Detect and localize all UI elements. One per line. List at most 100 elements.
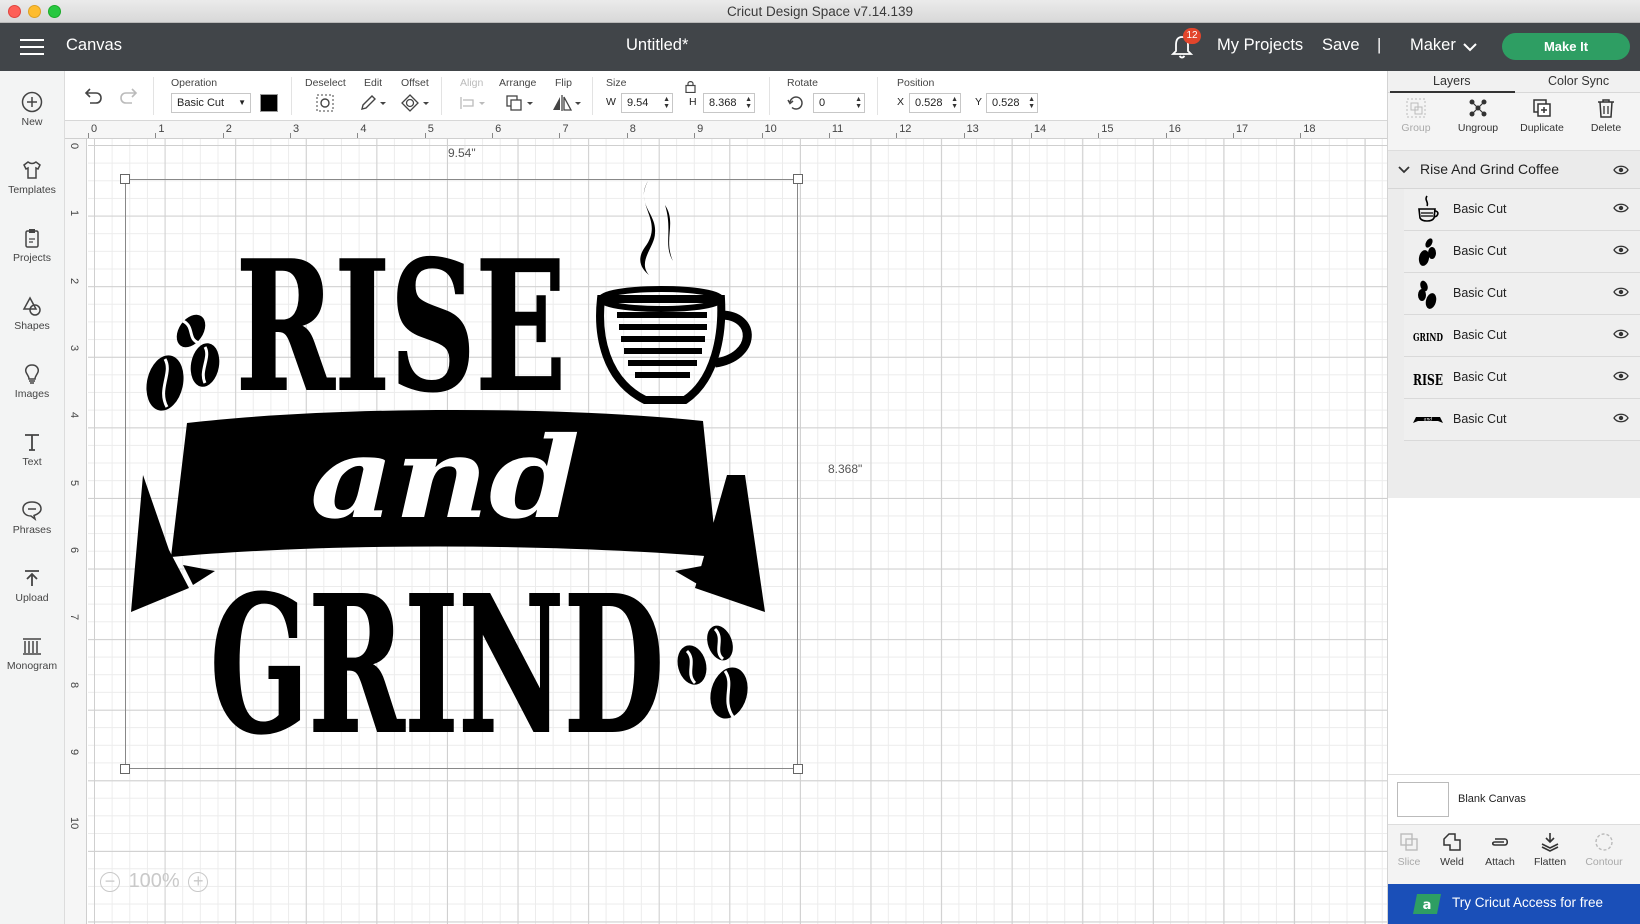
- eye-icon[interactable]: [1613, 202, 1629, 214]
- ruler-tick-label: 3: [68, 345, 80, 352]
- eye-icon[interactable]: [1613, 244, 1629, 256]
- offset-label: Offset: [401, 77, 429, 89]
- ruler-tick-label: 4: [68, 412, 80, 419]
- edit-label: Edit: [364, 77, 383, 89]
- layer-row[interactable]: Basic Cut: [1404, 273, 1640, 315]
- edit-toolbar: Operation Basic Cut ▼ Deselect Edit Offs…: [65, 71, 1387, 121]
- rotate-label: Rotate: [787, 77, 818, 89]
- blank-canvas-label: Blank Canvas: [1458, 793, 1526, 805]
- group-icon: [1406, 98, 1426, 118]
- eye-icon[interactable]: [1613, 370, 1629, 382]
- tab-color-sync[interactable]: Color Sync: [1548, 74, 1609, 88]
- contour-icon: [1595, 833, 1613, 851]
- stepper-icon[interactable]: ▲ ▼: [1028, 96, 1035, 110]
- sidebar-item-phrases[interactable]: Phrases: [0, 487, 64, 551]
- make-it-button[interactable]: Make It: [1502, 33, 1630, 60]
- chevron-down-icon[interactable]: [1463, 43, 1477, 52]
- eye-icon[interactable]: [1613, 164, 1629, 176]
- bulb-icon: [25, 364, 39, 384]
- sidebar-item-shapes[interactable]: Shapes: [0, 283, 64, 347]
- layer-group-row[interactable]: Rise And Grind Coffee: [1388, 151, 1640, 189]
- resize-handle[interactable]: [793, 174, 803, 184]
- resize-handle[interactable]: [120, 174, 130, 184]
- document-title[interactable]: Untitled*: [626, 36, 688, 55]
- sidebar-label: Projects: [13, 252, 51, 264]
- operation-select[interactable]: Basic Cut ▼: [171, 93, 251, 113]
- cricut-access-banner[interactable]: a Try Cricut Access for free: [1388, 884, 1640, 924]
- action-label: Ungroup: [1457, 122, 1499, 134]
- sidebar-item-monogram[interactable]: Monogram: [0, 623, 64, 687]
- layer-name: Basic Cut: [1453, 286, 1507, 300]
- sidebar-item-templates[interactable]: Templates: [0, 147, 64, 211]
- sidebar-item-images[interactable]: Images: [0, 351, 64, 415]
- hamburger-menu-icon[interactable]: [20, 37, 44, 57]
- sidebar-item-text[interactable]: Text: [0, 419, 64, 483]
- eye-icon[interactable]: [1613, 328, 1629, 340]
- rotate-icon[interactable]: [787, 94, 805, 112]
- deselect-icon[interactable]: [316, 94, 334, 112]
- layer-row[interactable]: GRIND Basic Cut: [1404, 315, 1640, 357]
- layer-row[interactable]: Basic Cut: [1404, 189, 1640, 231]
- weld-icon: [1443, 833, 1461, 851]
- resize-handle[interactable]: [120, 764, 130, 774]
- duplicate-icon: [1533, 99, 1551, 117]
- offset-icon[interactable]: [401, 94, 431, 112]
- blank-canvas-swatch[interactable]: [1397, 782, 1449, 817]
- height-input[interactable]: 8.368 ▲ ▼: [703, 93, 755, 113]
- stepper-icon[interactable]: ▲ ▼: [663, 96, 670, 110]
- stepper-icon[interactable]: ▲ ▼: [951, 96, 958, 110]
- delete-button[interactable]: Delete: [1578, 97, 1634, 134]
- undo-icon[interactable]: [83, 87, 103, 105]
- lock-icon[interactable]: [685, 80, 696, 93]
- tab-layers[interactable]: Layers: [1433, 74, 1471, 88]
- ruler-tick: [492, 133, 494, 138]
- sidebar-item-projects[interactable]: Projects: [0, 215, 64, 279]
- blank-canvas-row[interactable]: Blank Canvas: [1388, 774, 1640, 824]
- zoom-in-icon[interactable]: +: [188, 871, 209, 892]
- contour-button[interactable]: Contour: [1576, 831, 1632, 868]
- ruler-tick-label: 12: [899, 123, 912, 135]
- width-input[interactable]: 9.54 ▲ ▼: [621, 93, 673, 113]
- my-projects-link[interactable]: My Projects: [1217, 36, 1303, 55]
- group-button[interactable]: Group: [1388, 97, 1444, 134]
- machine-selector[interactable]: Maker: [1410, 36, 1456, 55]
- thumb-text: GRIND: [1413, 331, 1443, 344]
- x-position-input[interactable]: 0.528 ▲ ▼: [909, 93, 961, 113]
- redo-icon[interactable]: [119, 87, 139, 105]
- flip-icon[interactable]: [551, 94, 583, 112]
- ungroup-icon: [1469, 99, 1487, 117]
- layer-row[interactable]: Basic Cut: [1404, 231, 1640, 273]
- layer-row[interactable]: and Basic Cut: [1404, 399, 1640, 441]
- y-position-input[interactable]: 0.528 ▲ ▼: [986, 93, 1038, 113]
- chevron-down-icon[interactable]: [1398, 166, 1410, 174]
- sidebar-item-upload[interactable]: Upload: [0, 555, 64, 619]
- stepper-icon[interactable]: ▲ ▼: [855, 96, 862, 110]
- ruler-tick-label: 7: [68, 614, 80, 621]
- operation-color-swatch[interactable]: [260, 94, 278, 112]
- group-name: Rise And Grind Coffee: [1420, 161, 1560, 177]
- zoom-out-icon[interactable]: −: [100, 871, 120, 892]
- arrange-icon[interactable]: [505, 94, 535, 112]
- layer-row[interactable]: RISE Basic Cut: [1404, 357, 1640, 399]
- action-label: Weld: [1440, 856, 1464, 868]
- sidebar-item-new[interactable]: New: [0, 79, 64, 143]
- x-value: 0.528: [915, 97, 943, 109]
- edit-pencil-icon[interactable]: [360, 94, 388, 112]
- attach-button[interactable]: Attach: [1472, 831, 1528, 868]
- save-button[interactable]: Save: [1322, 36, 1360, 55]
- header-divider: |: [1377, 36, 1382, 54]
- align-icon[interactable]: [459, 95, 487, 111]
- width-label: W: [606, 96, 616, 108]
- ruler-tick: [1030, 133, 1032, 138]
- rotate-input[interactable]: 0 ▲ ▼: [813, 93, 865, 113]
- duplicate-button[interactable]: Duplicate: [1514, 97, 1570, 134]
- layer-actions: Group Ungroup Duplicate Delete: [1388, 93, 1640, 151]
- eye-icon[interactable]: [1613, 286, 1629, 298]
- flatten-button[interactable]: Flatten: [1522, 831, 1578, 868]
- resize-handle[interactable]: [793, 764, 803, 774]
- ungroup-button[interactable]: Ungroup: [1450, 97, 1506, 134]
- text-icon: [25, 434, 39, 451]
- selection-bounding-box[interactable]: [120, 174, 803, 774]
- eye-icon[interactable]: [1613, 412, 1629, 424]
- stepper-icon[interactable]: ▲ ▼: [745, 96, 752, 110]
